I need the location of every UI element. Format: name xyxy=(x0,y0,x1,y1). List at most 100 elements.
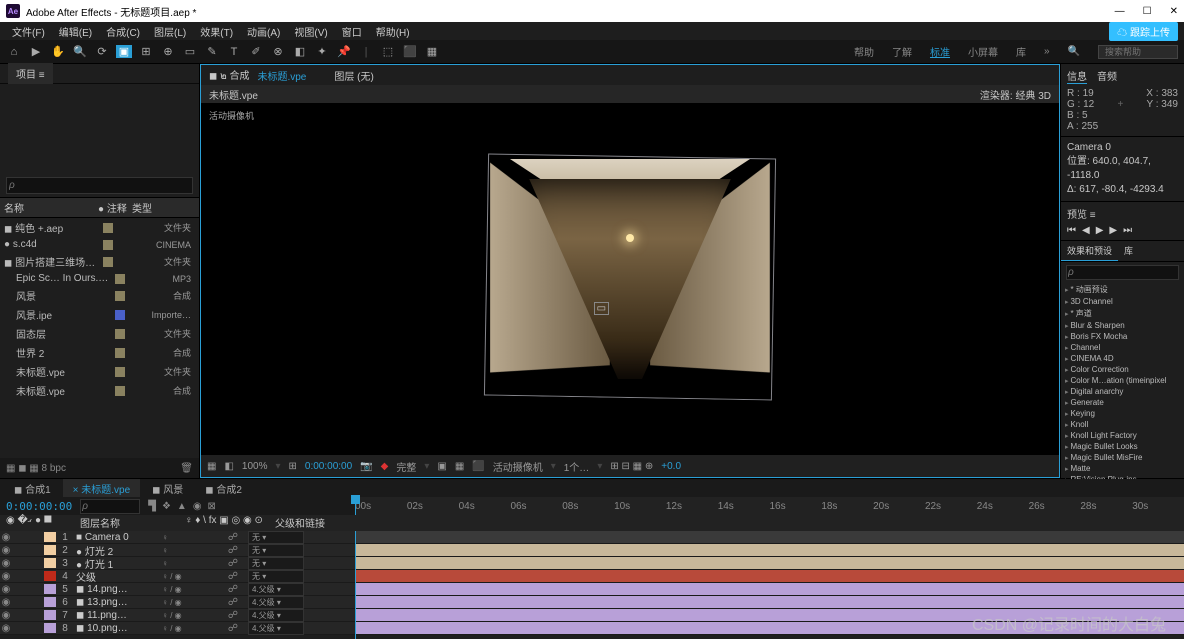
close-button[interactable]: ✕ xyxy=(1170,6,1178,17)
shape-tool-icon[interactable]: ▭ xyxy=(182,45,198,58)
project-item[interactable]: 风景.ipeImporte… xyxy=(0,305,199,324)
fx-search-input[interactable] xyxy=(1066,265,1179,280)
pen-tool-icon[interactable]: ✎ xyxy=(204,45,220,58)
info-tab[interactable]: 信息 xyxy=(1067,68,1087,84)
renderer-value[interactable]: 经典 3D xyxy=(1015,91,1051,102)
layer-row[interactable]: ◉6◼ 13.png…♀ / ◉☍4.父级 ▾ xyxy=(0,596,355,609)
roto-tool-icon[interactable]: ✦ xyxy=(314,45,330,58)
puppet-tool-icon[interactable]: 📌 xyxy=(336,45,352,58)
viewer-canvas[interactable]: 活动摄像机 ▭ xyxy=(201,103,1059,455)
channel-icon[interactable]: ◆ xyxy=(381,461,389,472)
fx-category[interactable]: Color M…ation (timeinpixel xyxy=(1061,375,1184,386)
layer-row[interactable]: ◉4父级♀ / ◉☍无 ▾ xyxy=(0,570,355,583)
fx-tab[interactable]: 效果和预设 xyxy=(1061,241,1118,261)
rotate-tool-icon[interactable]: ⊞ xyxy=(138,45,154,58)
tl-icon-3[interactable]: ▲ xyxy=(177,501,187,512)
col-name[interactable]: 名称 xyxy=(4,200,94,215)
maximize-button[interactable]: ☐ xyxy=(1143,6,1152,17)
selection-tool-icon[interactable]: ▶ xyxy=(28,45,44,58)
fx-category[interactable]: Magic Bullet Looks xyxy=(1061,441,1184,452)
fx-category[interactable]: * 动画预设 xyxy=(1061,283,1184,296)
project-item[interactable]: ◼ 图片搭建三维场… 27.aep文件夹 xyxy=(0,252,199,271)
project-item[interactable]: 风景合成 xyxy=(0,286,199,305)
grid-icon[interactable]: ▦ xyxy=(207,461,216,472)
timeline-search-input[interactable] xyxy=(80,499,140,514)
text-tool-icon[interactable]: T xyxy=(226,46,242,58)
camera-tool-icon[interactable]: ▣ xyxy=(116,45,132,58)
col-type[interactable]: 类型 xyxy=(132,200,195,215)
layer-track[interactable] xyxy=(355,609,1184,622)
tl-icon-4[interactable]: ◉ xyxy=(193,501,202,512)
tl-icon-1[interactable]: ▜ xyxy=(148,501,156,512)
project-item[interactable]: ◼ 纯色 +.aep文件夹 xyxy=(0,218,199,237)
fx-category[interactable]: Knoll xyxy=(1061,419,1184,430)
track-area[interactable] xyxy=(355,531,1184,639)
last-frame-icon[interactable]: ⏭ xyxy=(1123,225,1132,236)
local-axis-icon[interactable]: ⬚ xyxy=(380,45,396,58)
timeline-ruler[interactable]: 00s02s04s06s08s10s12s14s16s18s20s22s24s2… xyxy=(355,497,1184,515)
layer-track[interactable] xyxy=(355,596,1184,609)
fx-category[interactable]: Blur & Sharpen xyxy=(1061,320,1184,331)
menu-item[interactable]: 效果(T) xyxy=(194,24,239,39)
project-item[interactable]: Epic Sc… In Ours.mp3MP3 xyxy=(0,271,199,286)
layer-track[interactable] xyxy=(355,570,1184,583)
layer-track[interactable] xyxy=(355,531,1184,544)
snapshot-icon[interactable]: 📷 xyxy=(360,461,372,472)
menu-item[interactable]: 帮助(H) xyxy=(370,24,416,39)
resolution-value[interactable]: 完整 xyxy=(396,459,416,474)
clone-tool-icon[interactable]: ⊗ xyxy=(270,45,286,58)
world-axis-icon[interactable]: ⬛ xyxy=(402,45,418,58)
viewer-tab-name[interactable]: 未标题.vpe xyxy=(257,68,306,83)
fullres-icon[interactable]: ⊞ xyxy=(289,461,297,472)
layer-row[interactable]: ◉1■ Camera 0♀☍无 ▾ xyxy=(0,531,355,544)
minimize-button[interactable]: — xyxy=(1115,6,1125,17)
view-icons[interactable]: ⊞ ⊟ ▦ ⊕ xyxy=(610,461,653,472)
zoom-tool-icon[interactable]: 🔍 xyxy=(72,45,88,58)
camera-select[interactable]: 活动摄像机 xyxy=(493,459,543,474)
home-icon[interactable]: ⌂ xyxy=(6,46,22,58)
col-switches[interactable]: ♀ ♦ \ fx ▣ ◎ ◉ ⊙ xyxy=(185,515,275,531)
col-parent[interactable]: 父级和链接 xyxy=(275,515,355,531)
track-playhead[interactable] xyxy=(355,531,356,639)
next-frame-icon[interactable]: ▶ xyxy=(1109,225,1117,236)
project-item[interactable]: 未标题.vpe文件夹 xyxy=(0,362,199,381)
project-search-input[interactable] xyxy=(6,177,193,194)
camera-gizmo-icon[interactable]: ▭ xyxy=(594,302,609,315)
fx-category[interactable]: CINEMA 4D xyxy=(1061,353,1184,364)
menu-item[interactable]: 合成(C) xyxy=(100,24,146,39)
zoom-value[interactable]: 100% xyxy=(242,461,268,472)
menu-item[interactable]: 窗口 xyxy=(336,24,368,39)
cloud-upload-button[interactable]: ☁ 跟踪上传 xyxy=(1109,22,1178,41)
fx-category[interactable]: Digital anarchy xyxy=(1061,386,1184,397)
fx-category[interactable]: 3D Channel xyxy=(1061,296,1184,307)
3d-view-icon[interactable]: ⬛ xyxy=(472,461,484,472)
col-label[interactable]: ● 注释 xyxy=(98,200,128,215)
menu-item[interactable]: 文件(F) xyxy=(6,24,51,39)
layer-track[interactable] xyxy=(355,622,1184,635)
layer-row[interactable]: ◉2● 灯光 2♀☍无 ▾ xyxy=(0,544,355,557)
views-select[interactable]: 1个… xyxy=(564,459,590,474)
workspace-learn[interactable]: 了解 xyxy=(892,44,912,59)
viewer-sub-tab[interactable]: 未标题.vpe xyxy=(209,87,258,102)
prev-frame-icon[interactable]: ◀ xyxy=(1082,225,1090,236)
workspace-standard[interactable]: 标准 xyxy=(930,44,950,59)
anchor-tool-icon[interactable]: ⊕ xyxy=(160,45,176,58)
layer-row[interactable]: ◉7◼ 11.png…♀ / ◉☍4.父级 ▾ xyxy=(0,609,355,622)
library-tab[interactable]: 库 xyxy=(1118,241,1139,261)
fx-category[interactable]: Knoll Light Factory xyxy=(1061,430,1184,441)
eraser-tool-icon[interactable]: ◧ xyxy=(292,45,308,58)
time-display[interactable]: 0:00:00:00 xyxy=(305,461,352,472)
timeline-tab[interactable]: ◼ 合成1 xyxy=(4,479,61,498)
fx-category[interactable]: Magic Bullet MisFire xyxy=(1061,452,1184,463)
fx-category[interactable]: Keying xyxy=(1061,408,1184,419)
project-item[interactable]: ● s.c4dCINEMA xyxy=(0,237,199,252)
menu-item[interactable]: 视图(V) xyxy=(288,24,333,39)
fx-category[interactable]: Boris FX Mocha xyxy=(1061,331,1184,342)
menu-item[interactable]: 动画(A) xyxy=(241,24,286,39)
timeline-tab[interactable]: ◼ 风景 xyxy=(142,479,193,498)
project-item[interactable]: 未标题.vpe合成 xyxy=(0,381,199,400)
help-search-input[interactable] xyxy=(1098,45,1178,59)
play-icon[interactable]: ▶ xyxy=(1096,225,1104,236)
orbit-tool-icon[interactable]: ⟳ xyxy=(94,45,110,58)
brush-tool-icon[interactable]: ✐ xyxy=(248,45,264,58)
